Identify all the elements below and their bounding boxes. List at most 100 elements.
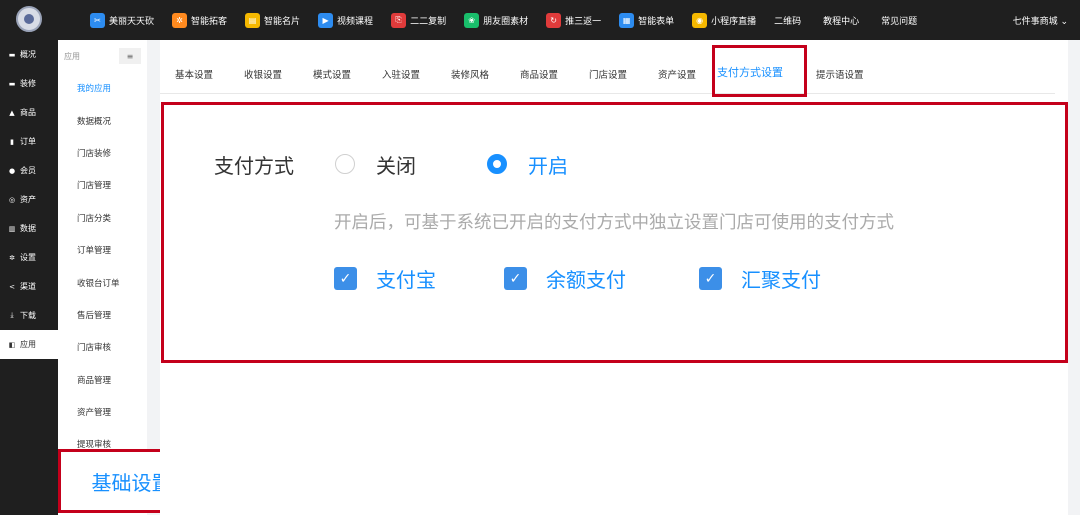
settings-tabs: 基本设置 收银设置 模式设置 入驻设置 装修风格 商品设置 门店设置 资产设置 …	[160, 40, 1055, 94]
tab-asset[interactable]: 资产设置	[658, 67, 696, 81]
submenu-item-store-manage[interactable]: 门店管理	[58, 169, 147, 201]
moments-icon: ❀	[464, 12, 480, 28]
submenu-item-data-overview[interactable]: 数据概况	[58, 104, 147, 136]
submenu-item-store-category[interactable]: 门店分类	[58, 202, 147, 234]
refresh-icon: ↻	[546, 12, 562, 28]
checkbox-balance[interactable]: ✓	[504, 267, 527, 290]
tab-onboarding[interactable]: 入驻设置	[382, 67, 420, 81]
submenu-header: 应用 ≡	[58, 40, 147, 72]
sidebar-item-order[interactable]: ▮ 订单	[0, 127, 58, 156]
sidebar-item-data[interactable]: ▥ 数据	[0, 214, 58, 243]
tab-mode[interactable]: 模式设置	[313, 67, 351, 81]
tab-basic[interactable]: 基本设置	[175, 67, 213, 81]
data-icon: ▥	[8, 224, 16, 233]
sidebar-item-settings[interactable]: ✲ 设置	[0, 243, 58, 272]
decorate-icon: ▬	[8, 79, 16, 88]
topnav-faq[interactable]: 常见问题	[881, 14, 917, 27]
radio-on[interactable]	[487, 154, 507, 174]
video-icon: ▶	[318, 12, 334, 28]
sidebar-item-goods[interactable]: ▲ 商品	[0, 98, 58, 127]
payment-hint: 开启后，可基于系统已开启的支付方式中独立设置门店可使用的支付方式	[334, 213, 894, 233]
top-nav: ✂ 美丽天天砍 ✲ 智能拓客 ▤ 智能名片 ▶ 视频课程 ⎘ 二二复制 ❀ 朋友圈素材 ↻ 推…	[90, 0, 939, 40]
app-icon: ◧	[8, 340, 16, 349]
shop-switcher[interactable]: 七件事商城 ⌄	[1013, 0, 1068, 40]
topnav-item[interactable]: ▦ 智能表单	[619, 12, 674, 28]
balance-label[interactable]: 余额支付	[546, 264, 626, 293]
sidebar-label: 装修	[20, 79, 36, 88]
radio-on-label[interactable]: 开启	[528, 150, 568, 179]
topnav-label: 美丽天天砍	[109, 16, 155, 27]
submenu-item-order-manage[interactable]: 订单管理	[58, 234, 147, 266]
card-icon: ▤	[245, 12, 261, 28]
topnav-item[interactable]: ▶ 视频课程	[318, 12, 374, 28]
sidebar-item-app[interactable]: ◧ 应用	[0, 330, 58, 359]
scissors-icon: ✂	[90, 12, 105, 28]
payment-method-label: 支付方式	[214, 154, 294, 178]
network-icon: ✲	[172, 12, 188, 28]
sub-menu: 应用 ≡ 我的应用 数据概况 门店装修 门店管理 门店分类 订单管理 收银台订单…	[58, 40, 147, 515]
checkbox-alipay[interactable]: ✓	[334, 267, 357, 290]
submenu-item-asset-manage[interactable]: 资产管理	[58, 396, 147, 428]
submenu-item-goods-manage[interactable]: 商品管理	[58, 364, 147, 396]
asset-icon: ◎	[8, 195, 16, 204]
sidebar-label: 资产	[20, 195, 36, 204]
topnav-label: 二二复制	[410, 16, 447, 27]
submenu-item-store-review[interactable]: 门店审核	[58, 331, 147, 363]
submenu-item-store-decor[interactable]: 门店装修	[58, 137, 147, 169]
sidebar-label: 商品	[20, 108, 36, 117]
sidebar-item-channel[interactable]: < 渠道	[0, 272, 58, 301]
sidebar-item-asset[interactable]: ◎ 资产	[0, 185, 58, 214]
radio-off[interactable]	[335, 154, 355, 174]
logo-icon[interactable]	[16, 6, 42, 32]
channel-icon: <	[9, 282, 15, 291]
sidebar-label: 下载	[20, 311, 36, 320]
tab-highlight-frame	[712, 45, 807, 97]
top-bar: ✂ 美丽天天砍 ✲ 智能拓客 ▤ 智能名片 ▶ 视频课程 ⎘ 二二复制 ❀ 朋友圈素材 ↻ 推…	[0, 0, 1080, 40]
tab-goods[interactable]: 商品设置	[520, 67, 558, 81]
topnav-label: 小程序直播	[711, 16, 757, 27]
huiju-label[interactable]: 汇聚支付	[741, 264, 821, 293]
download-icon: ⤓	[10, 311, 14, 319]
order-icon: ▮	[10, 137, 14, 146]
checkbox-huiju[interactable]: ✓	[699, 267, 722, 290]
topnav-tutorial[interactable]: 教程中心	[823, 14, 859, 27]
sidebar-item-download[interactable]: ⤓ 下载	[0, 301, 58, 330]
topnav-label: 朋友圈素材	[483, 16, 529, 27]
goods-icon: ▲	[9, 108, 15, 117]
submenu-item-after-sales[interactable]: 售后管理	[58, 299, 147, 331]
sidebar-label: 设置	[20, 253, 36, 262]
sidebar-label: 渠道	[20, 282, 36, 291]
submenu-item-cashier-orders[interactable]: 收银台订单	[58, 266, 147, 298]
tab-prompt[interactable]: 提示语设置	[816, 67, 864, 81]
topnav-item[interactable]: ▤ 智能名片	[245, 12, 300, 28]
topnav-label: 智能拓客	[191, 16, 228, 27]
topnav-label: 推三返一	[565, 16, 602, 27]
main-sidebar: ▬ 概况 ▬ 装修 ▲ 商品 ▮ 订单 ● 会员 ◎ 资产 ▥ 数据 ✲ 设置 < 渠道 ⤓ 下载 …	[0, 40, 58, 515]
topnav-qrcode[interactable]: 二维码	[774, 14, 801, 27]
sidebar-label: 会员	[20, 166, 36, 175]
menu-toggle-icon[interactable]: ≡	[119, 48, 141, 64]
tab-cashier[interactable]: 收银设置	[244, 67, 282, 81]
live-icon: ◉	[692, 12, 708, 28]
sidebar-label: 订单	[20, 137, 36, 146]
sidebar-item-member[interactable]: ● 会员	[0, 156, 58, 185]
copy-icon: ⎘	[391, 12, 407, 28]
radio-off-label[interactable]: 关闭	[376, 150, 416, 179]
topnav-item[interactable]: ✲ 智能拓客	[172, 12, 228, 28]
topnav-item[interactable]: ◉ 小程序直播	[692, 12, 757, 28]
sidebar-label: 应用	[20, 340, 36, 349]
sidebar-label: 数据	[20, 224, 36, 233]
submenu-item-my-apps[interactable]: 我的应用	[58, 72, 147, 104]
alipay-label[interactable]: 支付宝	[376, 264, 436, 293]
topnav-item[interactable]: ❀ 朋友圈素材	[464, 12, 529, 28]
topnav-item[interactable]: ✂ 美丽天天砍	[90, 12, 155, 28]
topnav-label: 视频课程	[337, 16, 374, 27]
sidebar-item-overview[interactable]: ▬ 概况	[0, 40, 58, 69]
form-icon: ▦	[619, 12, 635, 28]
sidebar-item-decorate[interactable]: ▬ 装修	[0, 69, 58, 98]
tab-style[interactable]: 装修风格	[451, 67, 489, 81]
tab-store[interactable]: 门店设置	[589, 67, 627, 81]
topnav-item[interactable]: ⎘ 二二复制	[391, 12, 447, 28]
member-icon: ●	[8, 166, 16, 175]
topnav-item[interactable]: ↻ 推三返一	[546, 12, 602, 28]
